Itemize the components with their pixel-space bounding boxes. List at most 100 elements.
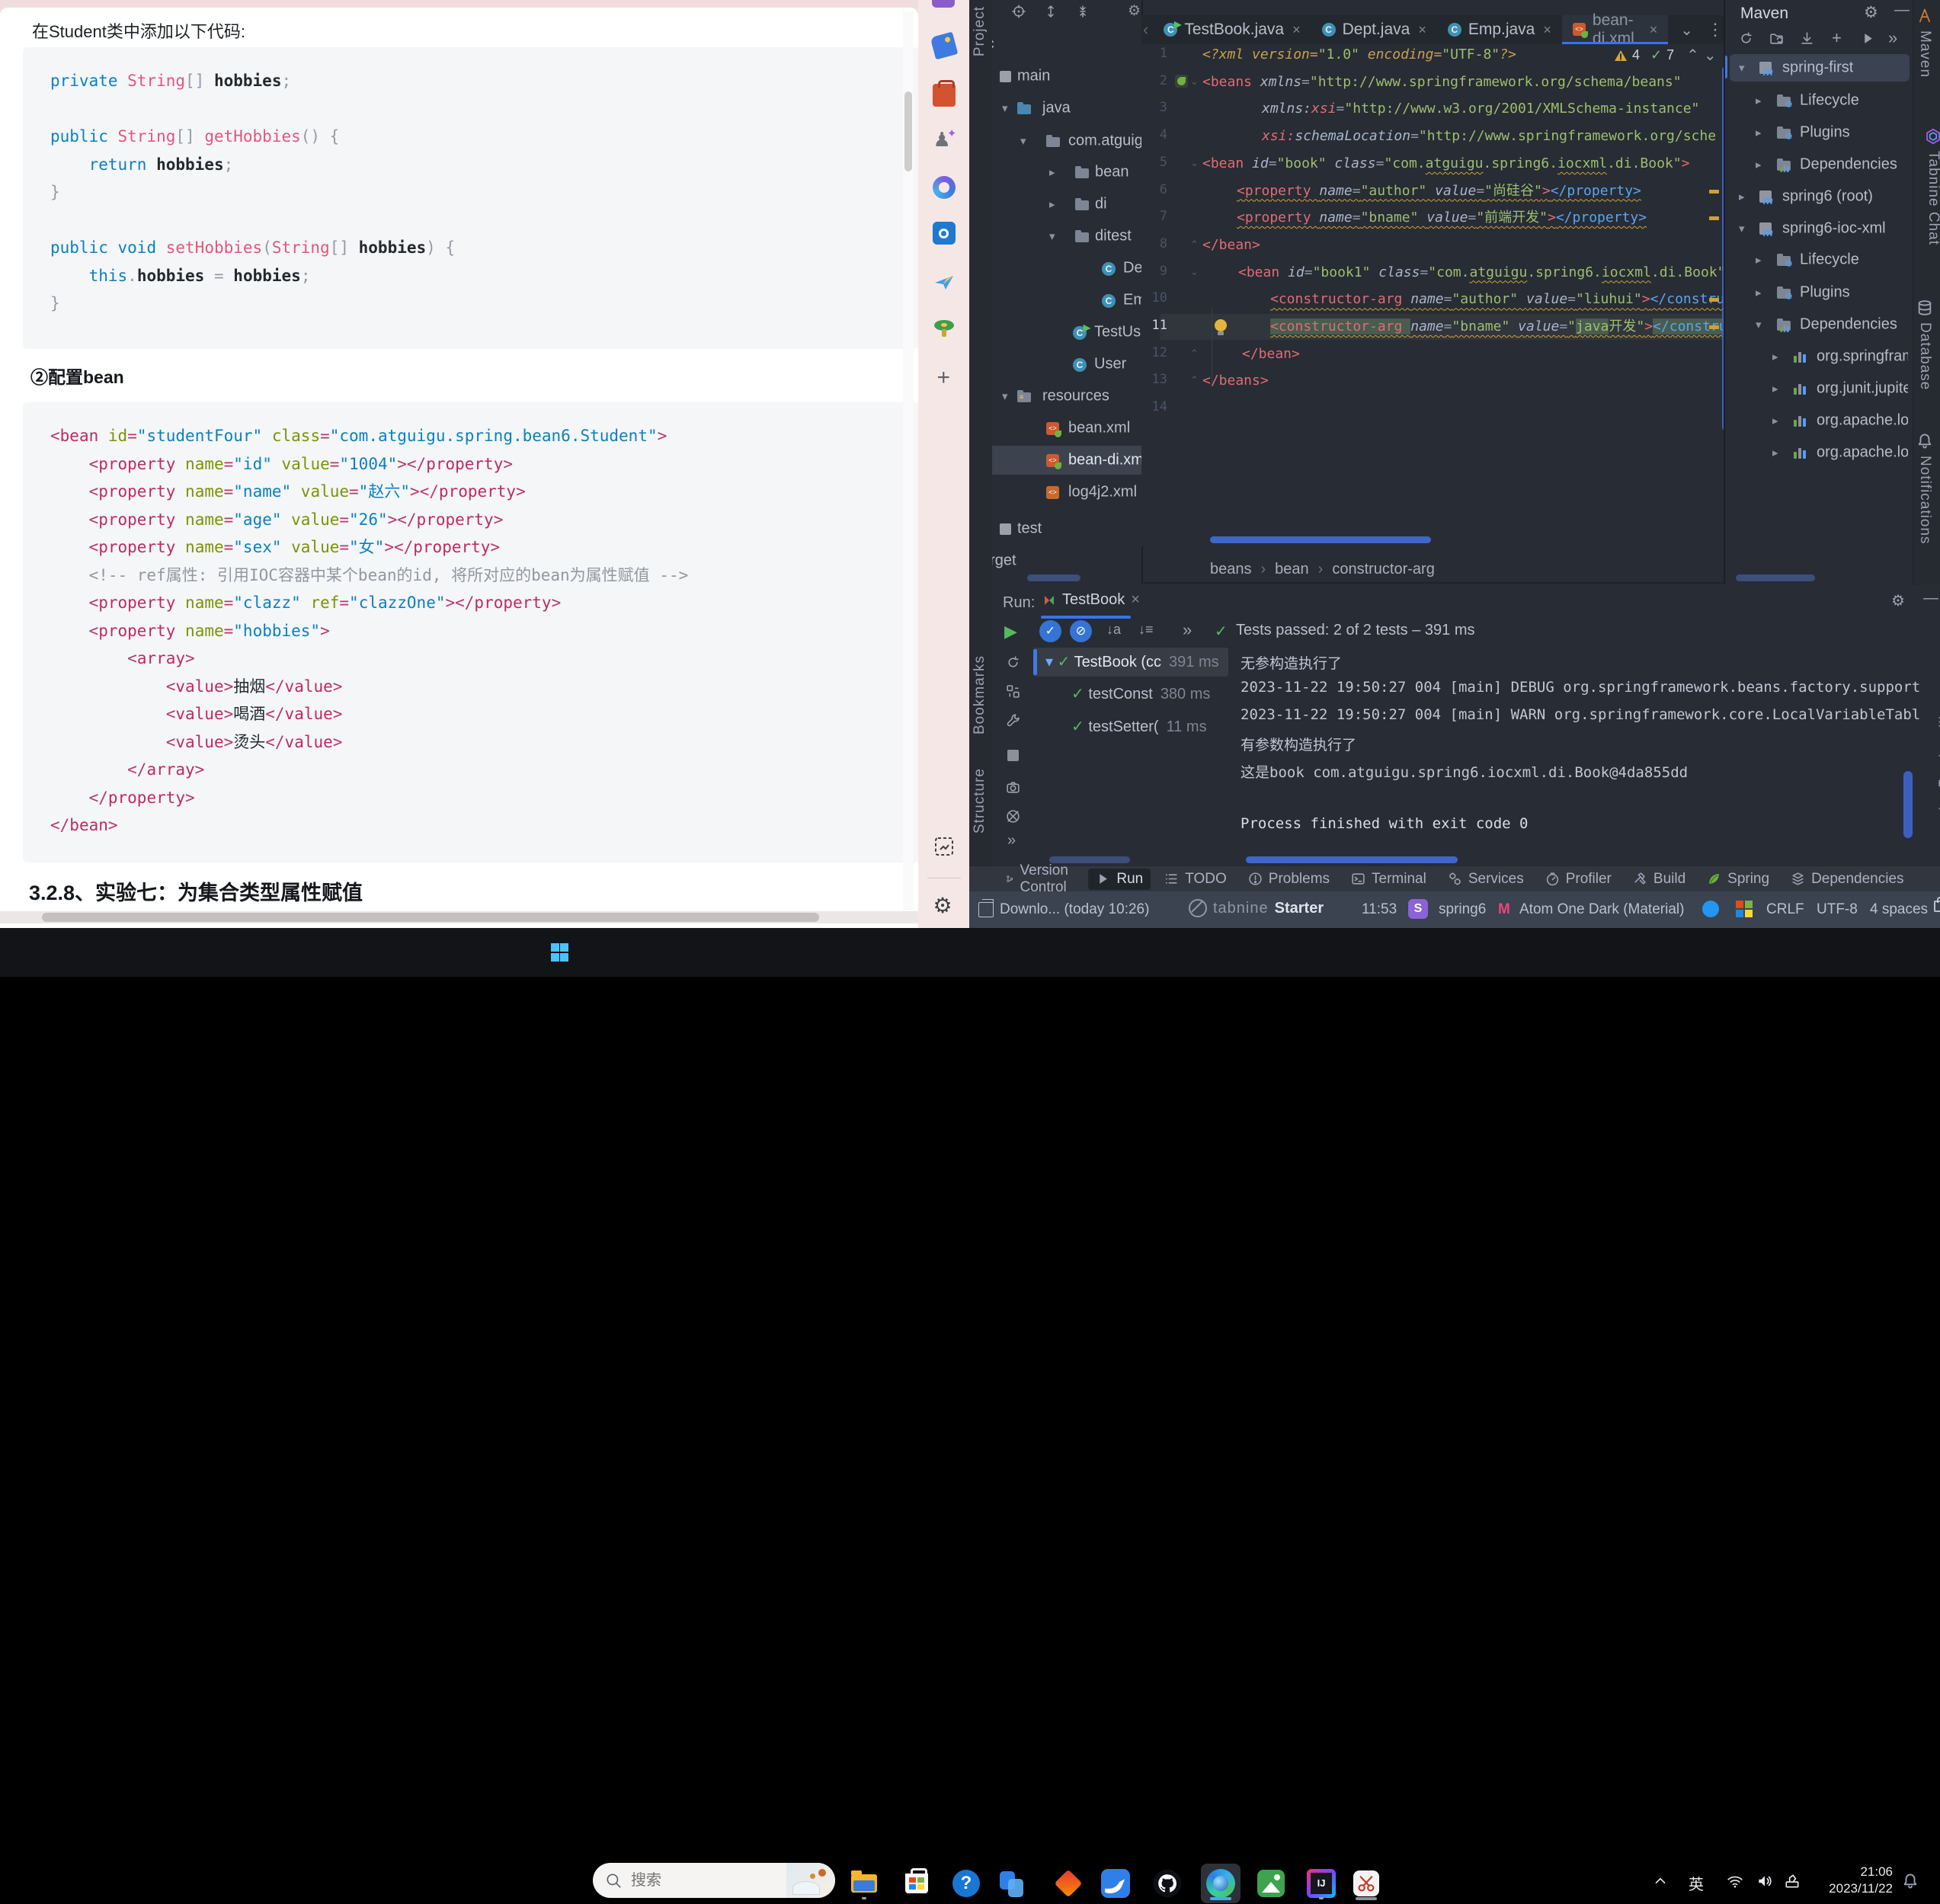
editor-tab[interactable]: CEmp.java× xyxy=(1437,15,1562,44)
settings-icon[interactable]: ⚙ xyxy=(933,896,956,919)
editor-horizontal-scrollbar[interactable] xyxy=(1210,536,1431,543)
restore-windows-icon[interactable] xyxy=(978,902,994,917)
print-icon[interactable] xyxy=(1937,776,1940,790)
breadcrumb-item[interactable]: constructor-arg xyxy=(1332,561,1435,578)
status-progress[interactable]: Downlo... (today 10:26) xyxy=(1000,901,1149,918)
collapse-all-icon[interactable] xyxy=(1076,5,1090,18)
project-tree-item[interactable]: test xyxy=(992,514,1141,543)
rerun-icon[interactable] xyxy=(1006,655,1020,670)
project-tree-item[interactable]: ▾ditest xyxy=(992,222,1141,251)
structure-tool-tab[interactable]: Structure xyxy=(972,768,988,834)
toolbox-icon[interactable] xyxy=(933,84,956,107)
maven-tree-item[interactable]: ▸org.springframework xyxy=(1725,342,1914,371)
stripe-tab-database[interactable]: Database xyxy=(1916,299,1933,390)
intention-bulb-icon[interactable] xyxy=(1215,319,1227,331)
more-icon[interactable]: » xyxy=(1007,832,1016,850)
project-badge[interactable]: S xyxy=(1408,899,1428,919)
tool-button-run[interactable]: Run xyxy=(1088,869,1151,890)
notifications-bell-icon[interactable] xyxy=(1902,1873,1919,1890)
tool-button-problems[interactable]: Problems xyxy=(1241,869,1337,890)
github-icon[interactable] xyxy=(1148,1864,1187,1903)
clear-icon[interactable] xyxy=(1937,805,1940,819)
stripe-tab-notifications[interactable]: Notifications xyxy=(1916,433,1933,545)
project-tree-item[interactable]: C▶TestUser xyxy=(992,318,1141,347)
status-blue-dot-icon[interactable] xyxy=(1702,901,1719,917)
bookmarks-tool-tab[interactable]: Bookmarks xyxy=(972,655,988,734)
tool-button-dependencies[interactable]: Dependencies xyxy=(1783,869,1911,890)
maven-tree-item[interactable]: ▾spring6-ioc-xml xyxy=(1725,214,1914,243)
status-line-ending[interactable]: CRLF xyxy=(1766,901,1804,918)
editor-tab[interactable]: <>bean-di.xml× xyxy=(1562,15,1668,44)
tool-button-services[interactable]: Services xyxy=(1440,869,1532,890)
test-tree-item[interactable]: ✓ testSetter(11 ms xyxy=(1071,717,1207,736)
editor-surface[interactable]: 1<?xml version="1.0" encoding="UTF-8"?>2… xyxy=(1141,44,1724,547)
project-horizontal-scrollbar[interactable] xyxy=(1027,574,1080,581)
expand-all-icon[interactable] xyxy=(1044,5,1058,18)
scroll-to-end-icon[interactable] xyxy=(1937,744,1940,758)
locate-file-icon[interactable] xyxy=(1012,5,1026,18)
project-tree-item[interactable]: <>log4j2.xml xyxy=(992,478,1141,507)
ime-indicator[interactable]: 英 xyxy=(1689,1872,1704,1894)
show-passed-button[interactable]: ✓ xyxy=(1039,620,1061,642)
taskbar-search[interactable] xyxy=(593,1863,835,1898)
maven-minimize-icon[interactable]: — xyxy=(1894,2,1910,19)
tray-expand-icon[interactable] xyxy=(1652,1873,1669,1890)
pen-input-icon[interactable] xyxy=(1784,1873,1801,1890)
project-tree-item[interactable]: ▸bean xyxy=(992,158,1141,187)
project-tree-item[interactable]: CUser xyxy=(992,350,1141,379)
microsoft-store-icon[interactable] xyxy=(897,1864,936,1903)
maven-tree-item[interactable]: ▸spring6 (root) xyxy=(1725,182,1914,211)
tool-button-terminal[interactable]: Terminal xyxy=(1343,869,1434,890)
maven-tree-item[interactable]: ▸⚙Plugins xyxy=(1725,118,1914,147)
photos-icon[interactable] xyxy=(1251,1864,1291,1903)
add-icon[interactable]: + xyxy=(933,370,956,392)
test-settings-icon[interactable] xyxy=(1006,713,1020,728)
rerun-tests-button[interactable]: ▶ xyxy=(1004,622,1017,642)
maven-run-icon[interactable] xyxy=(1861,31,1875,46)
maven-tree-item[interactable]: ▸⚙Plugins xyxy=(1725,278,1914,307)
maven-tree-item[interactable]: ▸⚙Lifecycle xyxy=(1725,245,1914,274)
lock-icon[interactable] xyxy=(1934,901,1940,912)
maven-horizontal-scrollbar[interactable] xyxy=(1736,574,1815,581)
tray-clock[interactable]: 21:062023/11/22 xyxy=(1821,1864,1893,1897)
volume-icon[interactable] xyxy=(1756,1873,1773,1890)
project-tree-item[interactable]: ▾≡resources xyxy=(992,382,1141,411)
maven-tree-item[interactable]: ▸Dependencies xyxy=(1725,150,1914,179)
test-tree-item[interactable]: ✓ testConst380 ms xyxy=(1071,684,1210,703)
breadcrumb-item[interactable]: bean xyxy=(1275,561,1309,578)
status-project-name[interactable]: spring6 xyxy=(1439,901,1486,918)
maven-settings-icon[interactable]: ⚙ xyxy=(1864,3,1878,22)
bird-app-icon[interactable] xyxy=(1096,1864,1135,1903)
inspection-widget[interactable]: 4✓7⌃⌄ xyxy=(1614,46,1717,65)
breadcrumb[interactable]: beans›bean›constructor-arg xyxy=(1210,561,1435,578)
status-indent[interactable]: 4 spaces xyxy=(1870,901,1928,918)
status-theme[interactable]: Atom One Dark (Material) xyxy=(1519,901,1684,918)
tabnine-status[interactable]: tabnineStarter xyxy=(1189,899,1324,917)
tree-icon[interactable] xyxy=(933,317,956,340)
tool-button-todo[interactable]: TODO xyxy=(1157,869,1234,890)
m365-icon[interactable] xyxy=(933,176,956,199)
project-tree-item[interactable]: arget xyxy=(992,546,1141,575)
doc-horizontal-scrollbar-thumb[interactable] xyxy=(42,913,819,922)
project-tree-item[interactable]: CDept xyxy=(992,254,1141,283)
rerun-failed-icon[interactable] xyxy=(1006,684,1020,699)
project-tree-item[interactable]: ▸di xyxy=(992,190,1141,219)
chess-icon[interactable]: ♟✦ xyxy=(933,130,956,152)
maven-refresh-icon[interactable] xyxy=(1739,31,1753,46)
tool-button-profiler[interactable]: Profiler xyxy=(1538,869,1619,890)
diamond-app-icon[interactable] xyxy=(1048,1864,1088,1903)
console-hscrollbar[interactable] xyxy=(1246,856,1458,863)
editor-tab[interactable]: CDept.java× xyxy=(1311,15,1437,44)
wifi-icon[interactable] xyxy=(1727,1873,1743,1890)
maven-tree-item[interactable]: ▾Dependencies xyxy=(1725,310,1914,339)
show-ignored-button[interactable]: ⊘ xyxy=(1070,620,1092,642)
send-icon[interactable] xyxy=(933,270,956,293)
ignore-test-icon[interactable] xyxy=(1006,809,1020,824)
maven-tree-item[interactable]: ▸⚙Lifecycle xyxy=(1725,86,1914,115)
maven-tree-item[interactable]: ▸org.junit.jupiter xyxy=(1725,374,1914,403)
status-encoding[interactable]: UTF-8 xyxy=(1817,901,1858,918)
spring-bean-gutter-icon[interactable] xyxy=(1175,75,1188,88)
stop-icon[interactable] xyxy=(1007,750,1019,761)
start-button[interactable] xyxy=(550,942,570,962)
screenshot-icon[interactable] xyxy=(933,835,956,858)
